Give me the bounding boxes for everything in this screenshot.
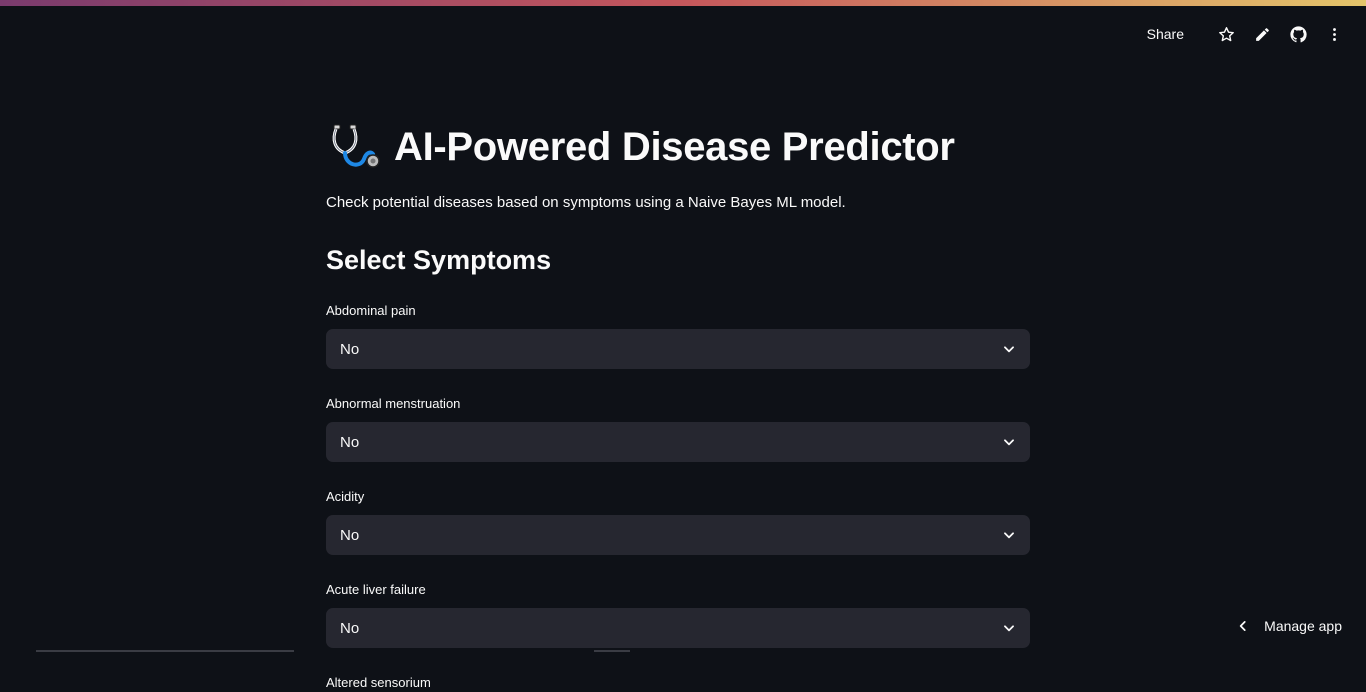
symptom-field-altered-sensorium: Altered sensorium — [326, 674, 1030, 692]
symptom-label: Abnormal menstruation — [326, 395, 1030, 413]
symptom-label: Altered sensorium — [326, 674, 1030, 692]
symptom-field-acute-liver-failure: Acute liver failure No — [326, 581, 1030, 648]
manage-app-button[interactable]: Manage app — [1236, 616, 1342, 636]
edit-pencil-icon[interactable] — [1250, 22, 1274, 46]
manage-app-label: Manage app — [1264, 618, 1342, 634]
select-value: No — [340, 527, 359, 544]
select-value: No — [340, 341, 359, 358]
github-icon[interactable] — [1286, 22, 1310, 46]
title-row: AI-Powered Disease Predictor — [326, 118, 1030, 176]
symptom-label: Abdominal pain — [326, 302, 1030, 320]
share-button[interactable]: Share — [1147, 26, 1184, 42]
page-subtitle: Check potential diseases based on sympto… — [326, 194, 1030, 211]
main-content: AI-Powered Disease Predictor Check poten… — [326, 118, 1030, 692]
select-value: No — [340, 434, 359, 451]
app-toolbar: Share — [1147, 22, 1346, 46]
chevron-down-icon — [1002, 342, 1016, 356]
chevron-down-icon — [1002, 528, 1016, 542]
symptom-label: Acidity — [326, 488, 1030, 506]
star-icon[interactable] — [1214, 22, 1238, 46]
chevron-down-icon — [1002, 621, 1016, 635]
symptom-select[interactable]: No — [326, 329, 1030, 369]
top-accent-bar — [0, 0, 1366, 6]
stethoscope-icon — [326, 121, 384, 173]
symptom-select[interactable]: No — [326, 422, 1030, 462]
more-vertical-icon[interactable] — [1322, 22, 1346, 46]
section-title: Select Symptoms — [326, 245, 1030, 276]
symptom-label: Acute liver failure — [326, 581, 1030, 599]
symptom-select[interactable]: No — [326, 515, 1030, 555]
symptom-field-abdominal-pain: Abdominal pain No — [326, 302, 1030, 369]
symptom-field-abnormal-menstruation: Abnormal menstruation No — [326, 395, 1030, 462]
chevron-left-icon — [1236, 619, 1250, 633]
page-title: AI-Powered Disease Predictor — [394, 125, 955, 170]
chevron-down-icon — [1002, 435, 1016, 449]
symptom-select[interactable]: No — [326, 608, 1030, 648]
select-value: No — [340, 620, 359, 637]
symptom-field-acidity: Acidity No — [326, 488, 1030, 555]
